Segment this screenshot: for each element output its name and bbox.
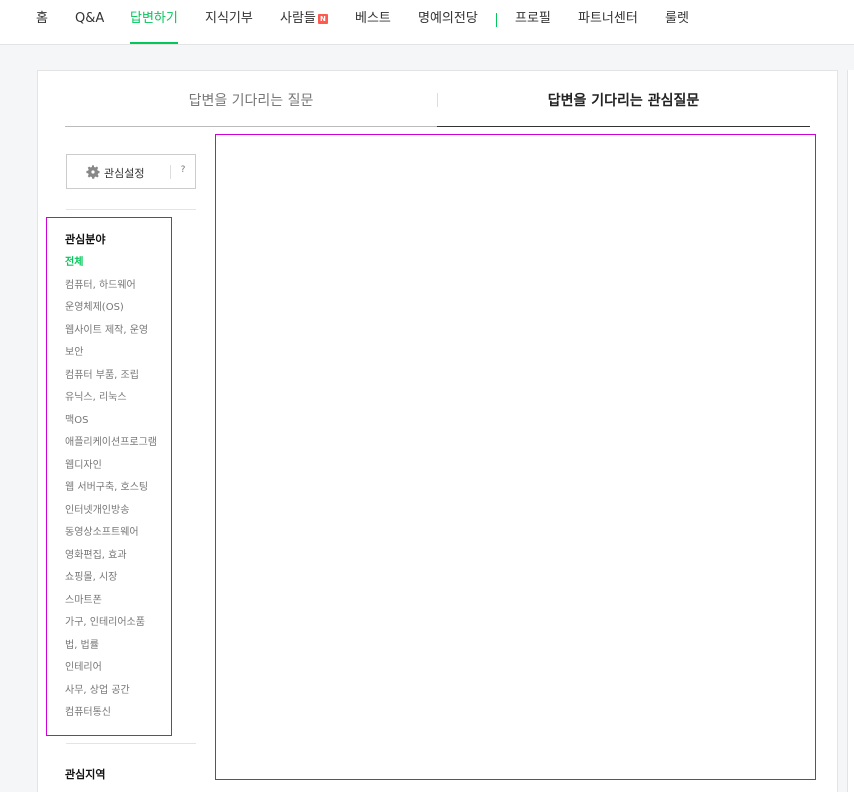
main-card: 답변을 기다리는 질문 답변을 기다리는 관심질문 관심설정 ? 관심분야 전체… [37, 70, 838, 792]
field-item[interactable]: 유닉스, 리눅스 [65, 391, 169, 414]
interest-field-title: 관심분야 [65, 233, 106, 246]
divider [66, 743, 196, 744]
question-tabs: 답변을 기다리는 질문 답변을 기다리는 관심질문 [65, 71, 810, 127]
nav-separator [496, 13, 497, 27]
nav-item-people[interactable]: 사람들 N [280, 0, 328, 44]
divider [66, 209, 196, 210]
field-item[interactable]: 스마트폰 [65, 594, 169, 617]
nav-item-answer[interactable]: 답변하기 [130, 0, 178, 44]
field-item[interactable]: 사무, 상업 공간 [65, 684, 169, 707]
interest-region-title: 관심지역 [65, 768, 106, 781]
field-item[interactable]: 인터넷개인방송 [65, 504, 169, 527]
interest-settings-button[interactable]: 관심설정 ? [66, 154, 196, 189]
field-item[interactable]: 쇼핑몰, 시장 [65, 571, 169, 594]
field-item[interactable]: 동영상소프트웨어 [65, 526, 169, 549]
field-item[interactable]: 웹 서버구축, 호스팅 [65, 481, 169, 504]
nav-item-partner-center[interactable]: 파트너센터 [578, 0, 638, 44]
field-item-all[interactable]: 전체 [65, 256, 169, 279]
question-list-area [215, 134, 816, 780]
field-item[interactable]: 컴퓨터, 하드웨어 [65, 279, 169, 302]
field-item[interactable]: 컴퓨터 부품, 조립 [65, 369, 169, 392]
nav-item-best[interactable]: 베스트 [355, 0, 391, 44]
right-panel-edge [847, 70, 854, 792]
field-item[interactable]: 애플리케이션프로그램 [65, 436, 169, 459]
tab-waiting-interest-questions[interactable]: 답변을 기다리는 관심질문 [437, 71, 810, 127]
nav-item-home[interactable]: 홈 [36, 0, 48, 44]
nav-item-donation[interactable]: 지식기부 [205, 0, 253, 44]
field-item[interactable]: 가구, 인테리어소품 [65, 616, 169, 639]
nav-item-hall-of-fame[interactable]: 명예의전당 [418, 0, 478, 44]
field-item[interactable]: 영화편집, 효과 [65, 549, 169, 572]
nav-item-profile[interactable]: 프로필 [515, 0, 551, 44]
help-button[interactable]: ? [177, 165, 189, 175]
gear-icon [86, 165, 100, 179]
field-item[interactable]: 컴퓨터통신 [65, 706, 169, 729]
field-item[interactable]: 법, 법률 [65, 639, 169, 662]
field-item[interactable]: 인테리어 [65, 661, 169, 684]
field-item[interactable]: 웹디자인 [65, 459, 169, 482]
interest-settings-label: 관심설정 [104, 167, 145, 180]
nav-item-people-label: 사람들 [280, 11, 316, 26]
tab-waiting-questions[interactable]: 답변을 기다리는 질문 [65, 71, 437, 127]
field-item[interactable]: 웹사이트 제작, 운영 [65, 324, 169, 347]
interest-field-list: 전체 컴퓨터, 하드웨어 운영체제(OS) 웹사이트 제작, 운영 보안 컴퓨터… [65, 256, 169, 729]
new-badge: N [317, 14, 328, 24]
field-item[interactable]: 맥OS [65, 414, 169, 437]
nav-item-qna[interactable]: Q&A [75, 0, 104, 44]
field-item[interactable]: 운영체제(OS) [65, 301, 169, 324]
field-item[interactable]: 보안 [65, 346, 169, 369]
nav-item-roulette[interactable]: 룰렛 [665, 0, 689, 44]
settings-divider [170, 165, 171, 179]
top-navigation: 홈 Q&A 답변하기 지식기부 사람들 N 베스트 명예의전당 프로필 파트너센터… [0, 0, 854, 45]
